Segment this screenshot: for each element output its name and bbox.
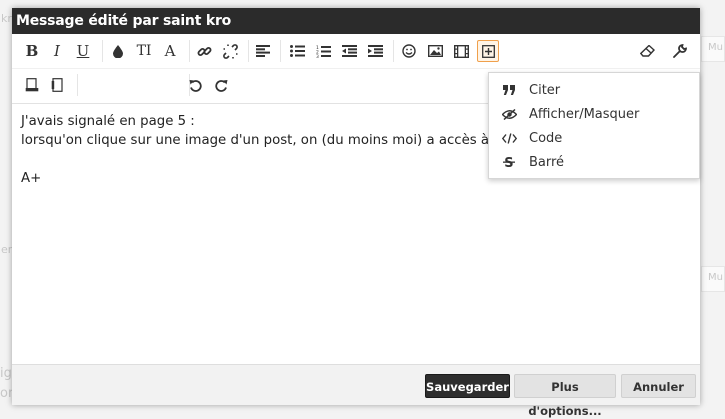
edit-message-dialog: Message édité par saint kro B I U TI A 1… [12,8,700,418]
menu-item-label: Citer [529,82,561,98]
link-icon [197,46,211,56]
plus-square-icon [481,44,495,58]
remove-link-button[interactable] [219,40,241,62]
bg-fragment: kr [1,12,12,25]
insert-image-button[interactable] [424,40,446,62]
quote-icon [489,85,529,95]
toolbar-divider [393,40,394,62]
wrench-icon [673,44,687,58]
smiley-icon [402,44,416,58]
indent-icon [367,45,383,57]
align-button[interactable] [252,40,274,62]
menu-item-spoiler[interactable]: Afficher/Masquer [489,102,699,126]
outdent-icon [341,45,357,57]
italic-label: I [54,42,60,60]
smilies-button[interactable] [398,40,420,62]
unlink-icon [222,43,238,59]
insert-dropdown-menu: Citer Afficher/Masquer Code S Barré [488,72,700,179]
redo-icon [214,79,227,92]
bbcode-view-button[interactable] [21,74,43,96]
toolbar-divider [77,74,78,96]
insert-link-button[interactable] [193,40,215,62]
indent-button[interactable] [364,40,386,62]
bg-fragment: Mu [708,42,723,53]
font-size-label: TI [136,43,152,59]
svg-text:3: 3 [316,54,319,58]
italic-button[interactable]: I [46,40,68,62]
font-family-button[interactable]: A [159,40,181,62]
bold-label: B [25,42,39,60]
underline-button[interactable]: U [72,40,94,62]
cancel-button[interactable]: Annuler [621,374,696,398]
droplet-icon [113,44,123,58]
menu-item-label: Barré [529,154,565,170]
undo-icon [189,79,202,92]
menu-item-strikethrough[interactable]: S Barré [489,150,699,174]
insert-more-button[interactable] [477,40,499,62]
more-options-button[interactable]: Plus d'options... [514,374,616,418]
strikethrough-icon: S [489,155,529,169]
document-view-icon [51,78,63,92]
menu-item-quote[interactable]: Citer [489,78,699,102]
wysiwyg-view-button[interactable] [47,74,69,96]
numbered-list-button[interactable]: 123 [312,40,334,62]
options-button[interactable] [669,40,691,62]
text-color-button[interactable] [107,40,129,62]
dialog-title: Message édité par saint kro [12,8,700,34]
redo-button[interactable] [210,74,232,96]
save-button[interactable]: Sauvegarder [425,374,510,398]
toolbar-divider [102,40,103,62]
menu-item-code[interactable]: Code [489,126,699,150]
image-icon [427,45,443,57]
undo-button[interactable] [184,74,206,96]
underline-label: U [76,42,90,60]
menu-item-label: Afficher/Masquer [529,106,640,122]
toolbar-divider [280,40,281,62]
align-left-icon [256,45,270,57]
list-ul-icon [289,45,305,57]
toolbar-row-divider [12,68,700,69]
bg-fragment: er [1,243,13,256]
font-family-label: A [164,42,176,60]
toolbar-divider [248,40,249,62]
dialog-footer: Sauvegarder Plus d'options... Annuler [12,364,700,418]
bg-fragment: ig [0,366,12,381]
eye-slash-icon [489,108,529,120]
remove-formatting-button[interactable] [636,40,658,62]
font-size-button[interactable]: TI [133,40,155,62]
bold-button[interactable]: B [21,40,43,62]
menu-item-label: Code [529,130,563,146]
bullet-list-button[interactable] [286,40,308,62]
bg-fragment: Mu [708,272,723,283]
outdent-button[interactable] [338,40,360,62]
insert-media-button[interactable] [450,40,472,62]
film-icon [453,44,469,58]
source-view-icon [25,78,39,92]
list-ol-icon: 123 [316,45,331,58]
code-icon [489,132,529,144]
toolbar-divider [189,40,190,62]
eraser-icon [639,45,655,57]
